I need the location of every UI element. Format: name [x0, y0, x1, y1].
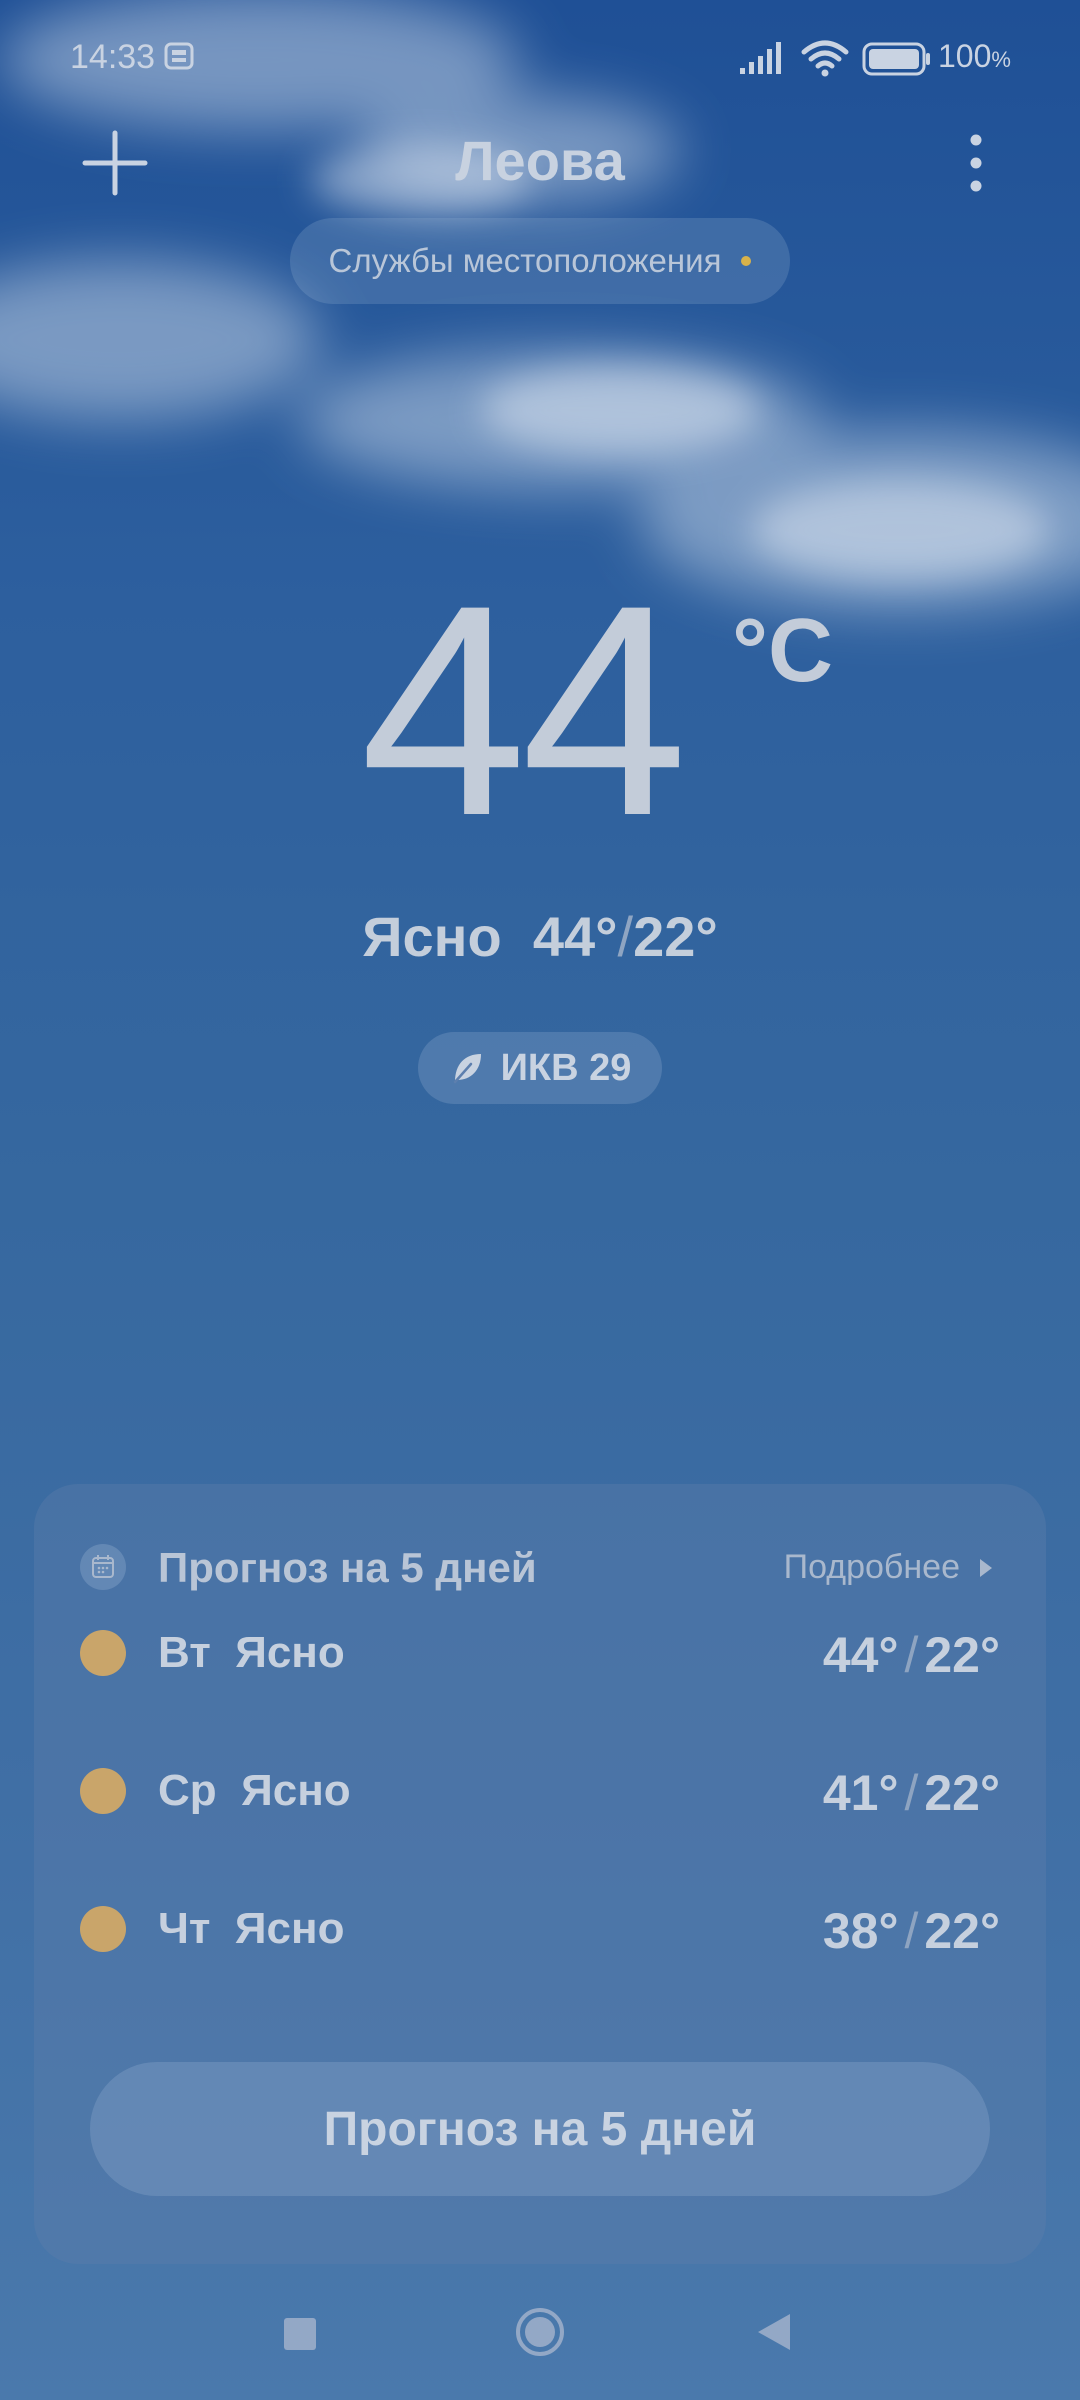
location-status-dot — [741, 256, 752, 266]
wifi-icon — [801, 40, 849, 77]
more-details-label: Подробнее — [783, 1548, 960, 1586]
current-high: 44° — [532, 905, 618, 968]
more-options-button[interactable] — [956, 128, 996, 198]
temperature-unit: °C — [732, 601, 833, 701]
plus-icon — [82, 130, 148, 196]
forecast-day-row[interactable]: Ср Ясно 41°/22° — [80, 1750, 1000, 1830]
forecast-card: Прогноз на 5 дней Подробнее Вт Ясно 44° /… — [34, 1484, 1046, 2264]
more-vertical-icon — [970, 134, 982, 192]
forecast-card-title: Прогноз на 5 дней — [158, 1544, 537, 1591]
forecast-day-temps: 41°/22° — [822, 1765, 1000, 1821]
forecast-day-label: Вт Ясно — [158, 1628, 345, 1677]
status-bar: 14:33 100% — [0, 0, 1080, 120]
battery-icon — [862, 42, 930, 76]
temp-separator: / — [617, 905, 634, 968]
sun-icon — [80, 1630, 126, 1676]
chevron-right-icon — [980, 1558, 992, 1577]
location-services-label: Службы местоположения — [328, 242, 722, 279]
add-city-button[interactable] — [80, 128, 150, 198]
sun-icon — [80, 1768, 126, 1814]
current-condition-line: Ясно 44°/22° — [0, 904, 1080, 969]
forecast-day-temps: 44°/22° — [822, 1627, 1000, 1683]
aqi-pill[interactable]: ИКВ 29 — [418, 1032, 662, 1104]
forecast-day-row[interactable]: Вт Ясно 44°/22° — [80, 1612, 1000, 1692]
forecast-day-label: Чт Ясно — [158, 1904, 345, 1953]
forecast-day-row[interactable]: Чт Ясно 38°/22° — [80, 1888, 1000, 1968]
cell-signal-icon — [740, 42, 781, 74]
status-time: 14:33 — [70, 38, 156, 76]
calendar-icon — [80, 1544, 126, 1590]
more-details-link[interactable]: Подробнее — [784, 1548, 994, 1587]
forecast-day-temps: 38°/22° — [822, 1903, 1000, 1959]
triangle-back-icon[interactable] — [756, 2312, 792, 2352]
battery-percent: 100% — [938, 38, 1011, 74]
current-condition: Ясно — [362, 905, 502, 968]
sun-icon — [80, 1906, 126, 1952]
city-title: Леова — [455, 129, 625, 192]
current-temperature: 44 — [360, 542, 688, 878]
aqi-label: ИКВ 29 — [500, 1046, 632, 1089]
notification-app-icon — [164, 42, 194, 70]
square-icon[interactable] — [284, 2318, 316, 2350]
forecast-day-label: Ср Ясно — [158, 1766, 351, 1815]
location-services-pill[interactable]: Службы местоположения — [290, 218, 790, 304]
leaf-icon — [453, 1054, 481, 1084]
five-day-forecast-button[interactable]: Прогноз на 5 дней — [90, 2062, 990, 2196]
circle-home-icon[interactable] — [514, 2306, 566, 2358]
current-low: 22° — [633, 905, 718, 968]
